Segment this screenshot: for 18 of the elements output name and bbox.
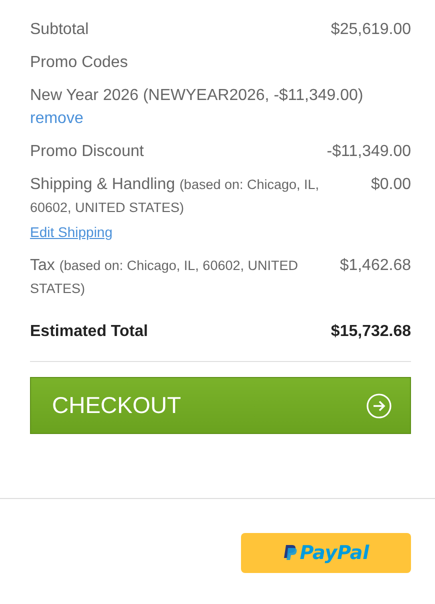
summary-label: Tax (based on: Chicago, IL, 60602, UNITED STATES) [30, 256, 299, 298]
summary-amount: $1,462.68 [340, 256, 411, 276]
summary-label: Estimated Total [30, 322, 148, 342]
summary-label: Subtotal [30, 20, 89, 40]
edit-shipping-link[interactable]: Edit Shipping [30, 221, 113, 244]
summary-amount: -$11,349.00 [326, 142, 411, 162]
paypal-p-icon [282, 544, 297, 562]
summary-label: Promo Discount [30, 142, 144, 162]
arrow-circle-icon [366, 392, 392, 418]
section-heading: Promo Codes [30, 53, 128, 73]
summary-amount: $15,732.68 [330, 322, 411, 342]
paypal-button[interactable]: PayPal [241, 533, 411, 573]
summary-amount: $0.00 [370, 175, 411, 195]
checkout-button[interactable]: CHECKOUT [30, 377, 411, 434]
summary-amount: $25,619.00 [330, 20, 411, 40]
summary-label: Shipping & Handling (based on: Chicago, IL, 60602, UNITED STATES) [30, 175, 320, 217]
remove-link[interactable]: remove [30, 110, 84, 127]
promo-code-text: New Year 2026 (NEWYEAR2026, -$11,349.00) remove [30, 86, 364, 129]
